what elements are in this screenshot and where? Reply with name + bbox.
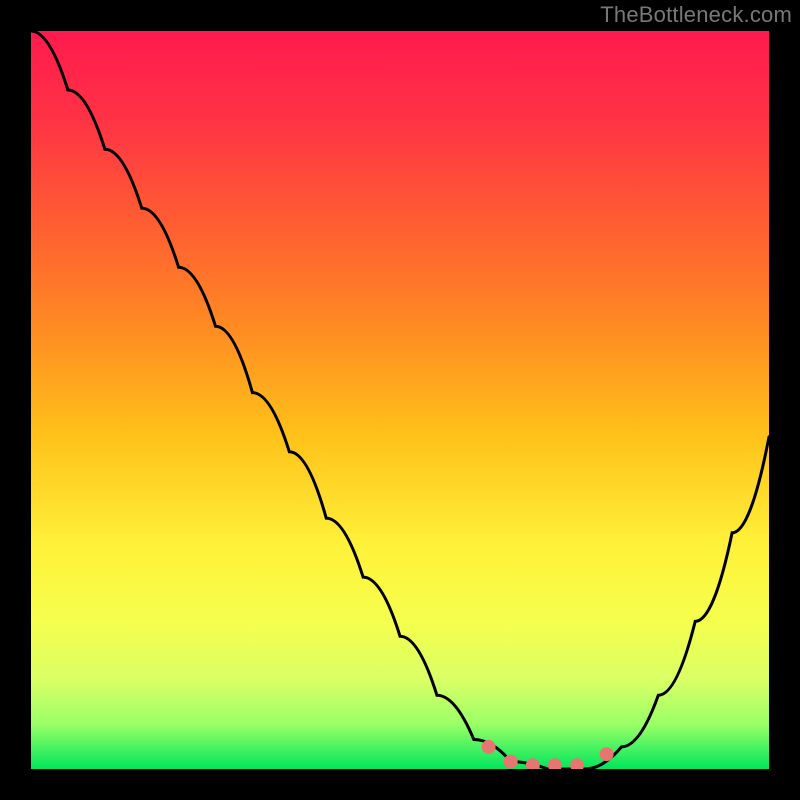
curve-marker — [482, 740, 496, 754]
watermark-text: TheBottleneck.com — [600, 2, 792, 28]
curve-marker — [600, 747, 614, 761]
curve-marker — [526, 758, 540, 769]
bottleneck-curve-path — [31, 31, 769, 769]
chart-svg — [31, 31, 769, 769]
chart-frame: TheBottleneck.com — [0, 0, 800, 800]
curve-marker — [548, 758, 562, 769]
curve-marker — [570, 758, 584, 769]
plot-area — [31, 31, 769, 769]
curve-marker — [504, 755, 518, 769]
marker-group — [482, 740, 614, 769]
